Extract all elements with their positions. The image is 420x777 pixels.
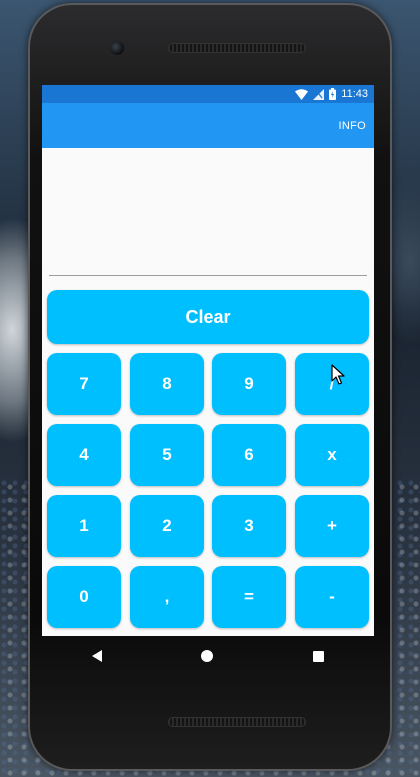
bottom-speaker	[168, 717, 306, 727]
back-icon[interactable]	[91, 650, 102, 662]
key-multiply[interactable]: x	[295, 424, 369, 486]
key-3[interactable]: 3	[212, 495, 286, 557]
key-6[interactable]: 6	[212, 424, 286, 486]
key-8[interactable]: 8	[130, 353, 204, 415]
key-5[interactable]: 5	[130, 424, 204, 486]
mouse-pointer-icon	[331, 364, 345, 391]
signal-icon	[313, 88, 325, 100]
app-toolbar: INFO	[42, 103, 374, 148]
app-screen: 11:43 INFO Clear 7 8 9 / 4 5 6 x 1 2 3 +…	[42, 85, 374, 636]
key-plus[interactable]: +	[295, 495, 369, 557]
wifi-icon	[295, 88, 309, 100]
status-bar: 11:43	[42, 85, 374, 103]
status-time: 11:43	[341, 88, 368, 100]
key-9[interactable]: 9	[212, 353, 286, 415]
battery-icon	[329, 88, 337, 100]
navigation-bar	[42, 636, 374, 676]
home-icon[interactable]	[201, 650, 214, 662]
key-equals[interactable]: =	[212, 566, 286, 628]
recent-apps-icon[interactable]	[313, 650, 325, 662]
key-7[interactable]: 7	[47, 353, 121, 415]
key-4[interactable]: 4	[47, 424, 121, 486]
key-0[interactable]: 0	[47, 566, 121, 628]
clear-button[interactable]: Clear	[47, 290, 369, 344]
calculator-display	[49, 148, 367, 276]
key-1[interactable]: 1	[47, 495, 121, 557]
top-speaker	[168, 43, 306, 53]
key-comma[interactable]: ,	[130, 566, 204, 628]
key-2[interactable]: 2	[130, 495, 204, 557]
info-button[interactable]: INFO	[339, 120, 366, 132]
camera-icon	[110, 41, 124, 55]
key-minus[interactable]: -	[295, 566, 369, 628]
